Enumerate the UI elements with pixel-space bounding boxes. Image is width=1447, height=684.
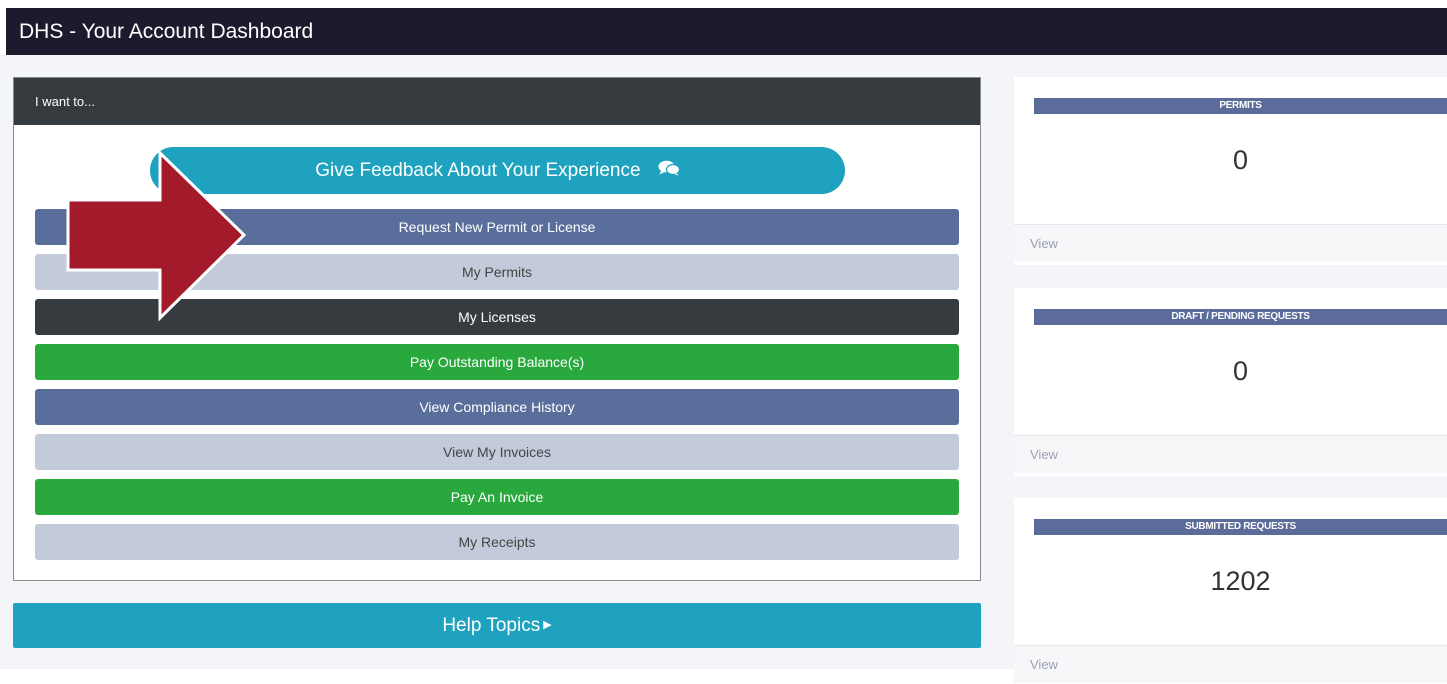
view-compliance-history-button[interactable]: View Compliance History: [35, 389, 959, 425]
give-feedback-button[interactable]: Give Feedback About Your Experience: [150, 147, 845, 194]
panel-header: I want to...: [14, 78, 980, 125]
caret-right-icon: ▶: [543, 619, 552, 632]
my-receipts-button[interactable]: My Receipts: [35, 524, 959, 560]
draft-pending-view-link[interactable]: View: [1014, 435, 1447, 473]
permits-card: PERMITS 0 View: [1014, 77, 1447, 265]
page-title: DHS - Your Account Dashboard: [6, 8, 1447, 55]
permits-count: 0: [1232, 145, 1249, 175]
pay-an-invoice-button[interactable]: Pay An Invoice: [35, 479, 959, 515]
give-feedback-label: Give Feedback About Your Experience: [315, 160, 641, 182]
help-topics-button[interactable]: Help Topics ▶: [13, 603, 981, 648]
permits-card-title: PERMITS: [1034, 98, 1447, 114]
view-my-invoices-button[interactable]: View My Invoices: [35, 434, 959, 470]
red-arrow-icon: [64, 149, 248, 322]
submitted-requests-count: 1202: [1210, 566, 1271, 596]
submitted-requests-card: SUBMITTED REQUESTS 1202 View: [1014, 498, 1447, 683]
permits-view-link[interactable]: View: [1014, 224, 1447, 262]
draft-pending-card: DRAFT / PENDING REQUESTS 0 View: [1014, 288, 1447, 476]
pay-outstanding-balance-button[interactable]: Pay Outstanding Balance(s): [35, 344, 959, 380]
submitted-requests-card-title: SUBMITTED REQUESTS: [1034, 519, 1447, 535]
draft-pending-count: 0: [1232, 356, 1249, 386]
draft-pending-card-title: DRAFT / PENDING REQUESTS: [1034, 309, 1447, 325]
help-topics-label: Help Topics: [442, 615, 541, 636]
submitted-requests-view-link[interactable]: View: [1014, 645, 1447, 683]
chat-bubbles-icon: [658, 147, 680, 194]
